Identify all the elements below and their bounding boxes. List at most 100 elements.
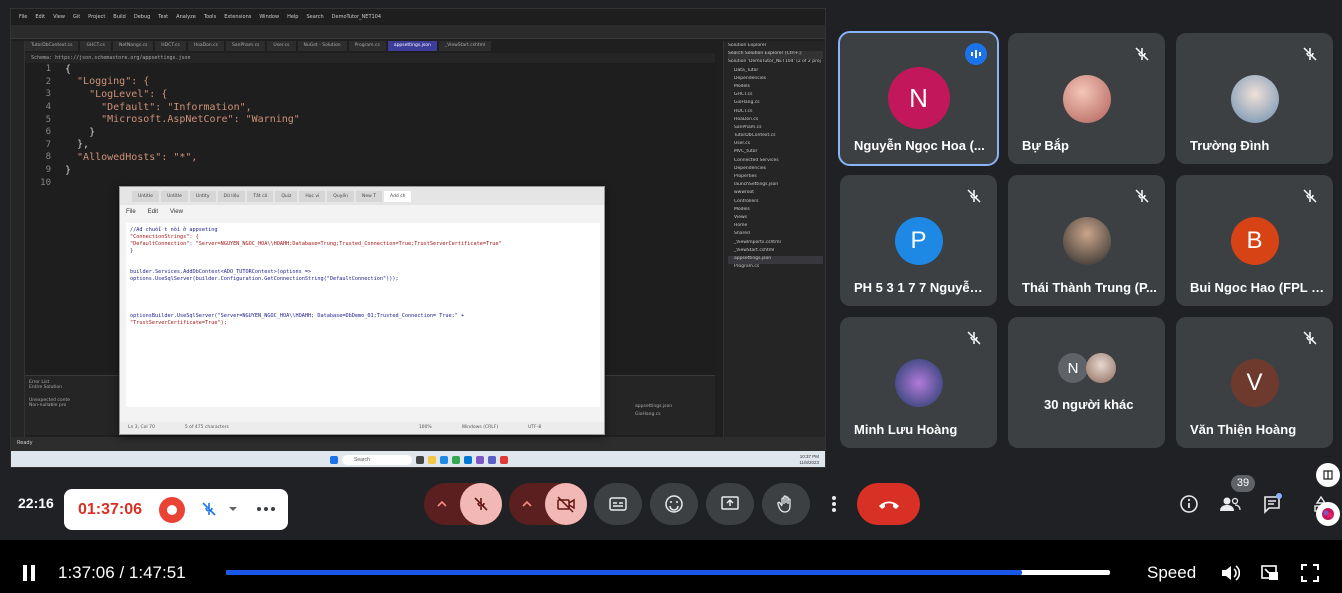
solution-tree-item[interactable]: appsettings.json	[728, 255, 823, 265]
solution-tree-item[interactable]: Shared	[728, 231, 823, 239]
solution-tree-item[interactable]: Dependencies	[728, 166, 823, 174]
notepad-tab[interactable]: New T	[355, 190, 382, 202]
solution-tree-item[interactable]: TutorDbContext.cs	[728, 133, 823, 141]
people-button[interactable]	[1217, 491, 1243, 517]
participant-tile-8[interactable]: V Văn Thiện Hoàng	[1176, 317, 1333, 448]
solution-tree-item[interactable]: HoaDon.cs	[728, 117, 823, 125]
editor-tab-active[interactable]: appsettings.json	[387, 41, 437, 51]
solution-tree-item[interactable]: Models	[728, 84, 823, 92]
solution-tree-item[interactable]: Models	[728, 207, 823, 215]
solution-tree-item[interactable]: Dependencies	[728, 76, 823, 84]
teams-icon[interactable]	[488, 456, 496, 464]
solution-tree-item[interactable]: GHCT.cs	[728, 92, 823, 100]
speed-button[interactable]: Speed	[1147, 563, 1196, 583]
seek-bar[interactable]	[226, 570, 1110, 575]
chat-button[interactable]	[1259, 491, 1285, 517]
vs-menu-build[interactable]: Build	[113, 14, 126, 20]
solution-tree-item[interactable]: User.cs	[728, 141, 823, 149]
solution-tree-item[interactable]: GioHang.cs	[728, 100, 823, 108]
recorder-mic-off-icon[interactable]	[200, 500, 218, 518]
participant-tile-3[interactable]: P PH 5 3 1 7 7 Nguyễn ...	[840, 175, 997, 306]
vs-search[interactable]: Search	[306, 14, 323, 20]
participant-tile-2[interactable]: Trường Đình	[1176, 33, 1333, 164]
stop-recording-button[interactable]	[159, 497, 185, 523]
app-icon[interactable]	[500, 456, 508, 464]
explorer-icon[interactable]	[428, 456, 436, 464]
vs-menu-tools[interactable]: Tools	[204, 14, 216, 20]
notepad-tab[interactable]: Quiz	[275, 190, 298, 202]
participant-tile-4[interactable]: Thái Thành Trung (P...	[1008, 175, 1165, 306]
participant-tile-others[interactable]: N 30 người khác	[1008, 317, 1165, 448]
chevron-down-icon[interactable]	[228, 504, 238, 514]
solution-tree-item[interactable]: Views	[728, 215, 823, 223]
notepad-tab[interactable]: Học vi	[299, 190, 326, 202]
editor-tab[interactable]: NetNangs.cs	[112, 41, 154, 51]
solution-explorer-search[interactable]: Search Solution Explorer (Ctrl+;)	[728, 51, 823, 60]
editor-tab[interactable]: HDCT.cs	[155, 41, 186, 51]
participant-tile-5[interactable]: B Bui Ngoc Hao (FPL H...	[1176, 175, 1333, 306]
camera-options-button[interactable]	[509, 483, 545, 525]
notepad-tab[interactable]: Tất cả	[247, 190, 274, 202]
solution-tree-item[interactable]: wwwroot	[728, 190, 823, 198]
vs-menu-extensions[interactable]: Extensions	[224, 14, 251, 20]
present-button[interactable]	[706, 483, 754, 525]
edge-icon[interactable]	[440, 456, 448, 464]
solution-tree-item[interactable]: Home	[728, 223, 823, 231]
pause-icon[interactable]	[22, 565, 36, 581]
editor-tab[interactable]: User.cs	[267, 41, 296, 51]
solution-tree-item[interactable]: HDCT.cs	[728, 109, 823, 117]
vs-menu-debug[interactable]: Debug	[134, 14, 150, 20]
camera-toggle-button[interactable]	[545, 483, 587, 525]
mic-options-button[interactable]	[424, 483, 460, 525]
vs-menu-window[interactable]: Window	[259, 14, 279, 20]
notepad-tab[interactable]: Untitle	[132, 190, 159, 202]
vs-menu-view[interactable]: View	[53, 14, 65, 20]
notepad-menu-edit[interactable]: Edit	[148, 209, 158, 215]
more-options-icon[interactable]	[256, 506, 276, 512]
solution-tree-item[interactable]: Connected Services	[728, 158, 823, 166]
notepad-text-area[interactable]: //Ađ chuỗi t nối ở appseting "Connection…	[126, 223, 600, 407]
captions-button[interactable]	[594, 483, 642, 525]
solution-tree-item[interactable]: SanPham.cs	[728, 125, 823, 133]
editor-tab[interactable]: HoaDon.cs	[187, 41, 224, 51]
vs-menu-help[interactable]: Help	[287, 14, 298, 20]
notepad-menu-view[interactable]: View	[170, 209, 183, 215]
mic-toggle-button[interactable]	[460, 483, 502, 525]
extension-brain-icon[interactable]	[1316, 502, 1340, 526]
solution-tree-item[interactable]: Program.cs	[728, 264, 823, 272]
vs-menu-git[interactable]: Git	[73, 14, 80, 20]
vs-icon[interactable]	[476, 456, 484, 464]
notepad-tab-active[interactable]: Add ch	[383, 190, 412, 202]
meeting-info-button[interactable]	[1176, 491, 1202, 517]
volume-icon[interactable]	[1220, 563, 1240, 583]
solution-tree-item[interactable]: Properties	[728, 174, 823, 182]
solution-tree-item[interactable]: _ViewStart.cshtml	[728, 248, 823, 256]
taskbar-search[interactable]: Search	[342, 455, 412, 465]
vs-menu-edit[interactable]: Edit	[35, 14, 45, 20]
solution-tree-item[interactable]: Data_Tutor	[728, 68, 823, 76]
notepad-menu-file[interactable]: File	[126, 209, 136, 215]
extension-book-icon[interactable]	[1316, 463, 1340, 487]
vs-menu-test[interactable]: Test	[158, 14, 168, 20]
store-icon[interactable]	[464, 456, 472, 464]
reactions-button[interactable]	[650, 483, 698, 525]
more-options-button[interactable]	[818, 483, 850, 525]
notepad-tab[interactable]: Untitle	[160, 190, 188, 202]
taskview-icon[interactable]	[416, 456, 424, 464]
participant-tile-0[interactable]: N Nguyễn Ngọc Hoa (...	[838, 31, 999, 166]
start-icon[interactable]	[330, 456, 338, 464]
fullscreen-icon[interactable]	[1300, 563, 1320, 583]
raise-hand-button[interactable]	[762, 483, 810, 525]
solution-tree-item[interactable]: MVC_tutor	[728, 149, 823, 157]
picture-in-picture-icon[interactable]	[1260, 563, 1280, 583]
chrome-icon[interactable]	[452, 456, 460, 464]
leave-call-button[interactable]	[857, 483, 920, 525]
solution-tree-item[interactable]: launchSettings.json	[728, 182, 823, 190]
notepad-tab[interactable]: Untity	[189, 190, 216, 202]
editor-tab[interactable]: TutorDbContext.cs	[25, 41, 79, 51]
solution-tree-item[interactable]: _ViewImports.cshtml	[728, 240, 823, 248]
editor-tab[interactable]: GHCT.cs	[80, 41, 111, 51]
solution-tree-item[interactable]: Controllers	[728, 199, 823, 207]
editor-tab[interactable]: _ViewStart.cshtml	[438, 41, 492, 51]
notepad-tab[interactable]: Quyền	[327, 190, 354, 202]
